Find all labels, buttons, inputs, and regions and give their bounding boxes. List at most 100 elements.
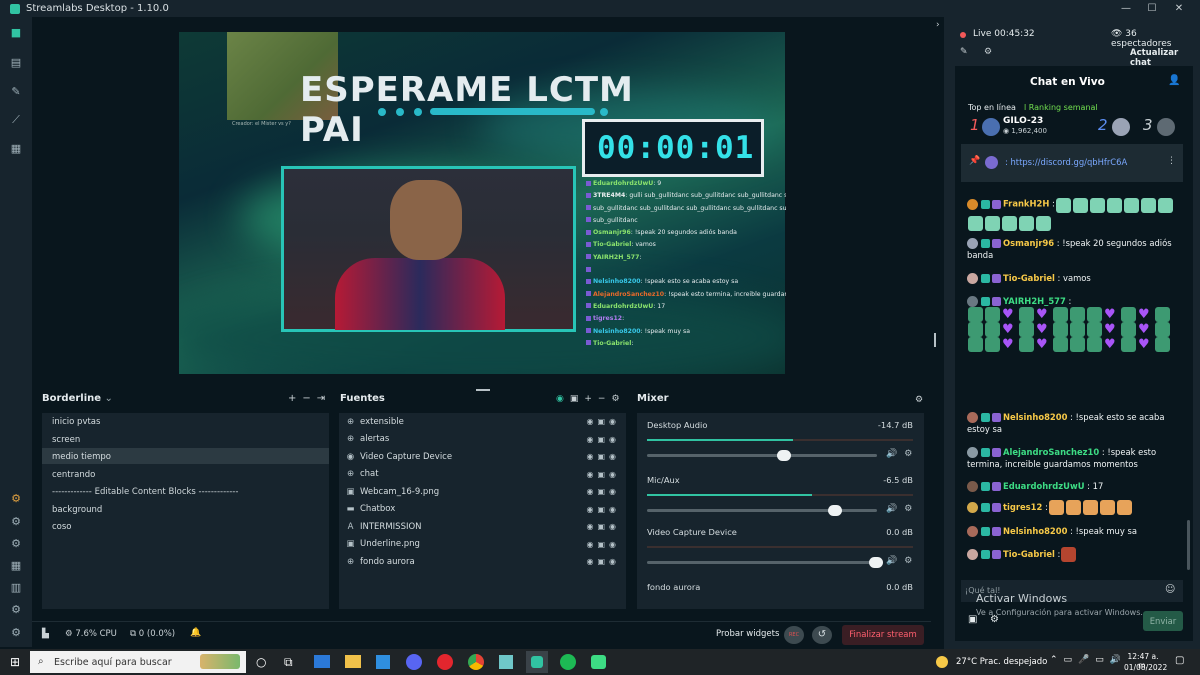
volume-slider[interactable] xyxy=(647,450,877,461)
refresh-chat-button[interactable]: Actualizar chat xyxy=(1130,48,1200,68)
stats-bars-icon[interactable]: ▙ xyxy=(42,629,49,639)
source-row[interactable]: ▣ Webcam_16-9.png ◉▣◉ xyxy=(346,483,626,500)
spotify-icon[interactable] xyxy=(560,654,576,670)
source-row[interactable]: ⊕ alertas ◉▣◉ xyxy=(346,431,626,448)
alert-box-icon[interactable]: ⚙ xyxy=(8,491,24,507)
record-button[interactable]: REC xyxy=(784,626,804,644)
studio-mode-icon[interactable]: ■ xyxy=(8,25,24,41)
android-app-icon[interactable] xyxy=(591,655,606,669)
chat-settings-icon[interactable]: ⚙ xyxy=(984,47,992,57)
send-button[interactable]: Enviar xyxy=(1143,611,1183,631)
source-visibility-icons[interactable]: ◉▣◉ xyxy=(586,522,620,531)
tools-icon[interactable]: ⚙ xyxy=(8,536,24,552)
volume-slider[interactable] xyxy=(647,557,883,568)
source-visibility-icons[interactable]: ◉▣◉ xyxy=(586,435,620,444)
editor-icon[interactable]: ✎ xyxy=(8,84,24,100)
mixer-mute-settings-icons[interactable]: 🔊⚙ xyxy=(886,449,919,459)
scene-item[interactable]: ------------- Editable Content Blocks --… xyxy=(52,487,238,497)
streamlabs-taskbar-icon[interactable] xyxy=(526,651,548,673)
preview-resize-handle[interactable] xyxy=(934,333,936,347)
top-online-label[interactable]: Top en línea xyxy=(968,103,1016,112)
source-visibility-icons[interactable]: ◉▣◉ xyxy=(586,557,620,566)
user-list-icon[interactable]: 👤 xyxy=(1168,75,1180,86)
minimize-button[interactable]: — xyxy=(1113,0,1139,17)
source-controls[interactable]: ◉▣+−⚙ xyxy=(556,394,626,404)
mixer-mute-settings-icons[interactable]: 🔊⚙ xyxy=(886,556,919,566)
widgets-icon[interactable]: ⚙ xyxy=(8,514,24,530)
pinned-link[interactable]: : https://discord.gg/qbHfrC6A xyxy=(1005,157,1127,167)
source-row[interactable]: ▣ Underline.png ◉▣◉ xyxy=(346,536,626,553)
source-visibility-icons[interactable]: ◉▣◉ xyxy=(586,417,620,426)
source-row[interactable]: ⊕ chat ◉▣◉ xyxy=(346,466,626,483)
mixer-settings-icon[interactable]: ⚙ xyxy=(915,395,923,405)
edit-pencil-icon[interactable]: ✎ xyxy=(960,47,968,57)
themes-icon[interactable]: ▤ xyxy=(8,55,24,71)
end-stream-button[interactable]: Finalizar stream xyxy=(842,625,924,645)
layout-icon[interactable]: ▦ xyxy=(8,558,24,574)
system-tray-icons[interactable]: ⌃▭🎤▭🔊 xyxy=(1050,655,1127,665)
chat-mod-icon[interactable]: ▣ xyxy=(968,614,977,625)
apps-icon[interactable]: ⚙ xyxy=(8,602,24,618)
mixer-channel-name: fondo aurora xyxy=(647,582,701,592)
app-icon[interactable] xyxy=(499,655,513,669)
emote-icon[interactable]: ☺ xyxy=(1165,584,1175,595)
weather-text[interactable]: 27°C Prac. despejado xyxy=(956,657,1047,667)
cortana-icon[interactable]: ○ xyxy=(256,655,266,669)
source-row[interactable]: ⊕ extensible ◉▣◉ xyxy=(346,413,626,430)
source-row[interactable]: A INTERMISSION ◉▣◉ xyxy=(346,518,626,535)
weekly-ranking-label[interactable]: l Ranking semanal xyxy=(1024,103,1098,112)
store-icon[interactable] xyxy=(376,655,390,669)
volume-slider-knob[interactable] xyxy=(777,450,791,461)
dance-emote-icon xyxy=(1036,216,1051,231)
sub-badge-icon xyxy=(981,503,990,512)
windows-start-icon[interactable]: ⊞ xyxy=(10,655,20,669)
replay-buffer-icon[interactable]: ↺ xyxy=(812,626,832,644)
source-visibility-icons[interactable]: ◉▣◉ xyxy=(586,540,620,549)
columns-icon[interactable]: ▥ xyxy=(8,580,24,596)
task-view-icon[interactable]: ⧉ xyxy=(284,655,293,670)
clap-emote-icon xyxy=(1087,337,1102,352)
source-row[interactable]: ◉ Video Capture Device ◉▣◉ xyxy=(346,448,626,465)
notifications-bell-icon[interactable]: 🔔 xyxy=(190,628,201,638)
discord-icon[interactable] xyxy=(406,654,422,670)
scene-controls[interactable]: +−⇥ xyxy=(288,393,331,404)
scene-collection-title[interactable]: Borderline ⌄ xyxy=(42,393,113,404)
volume-slider-knob[interactable] xyxy=(827,505,842,516)
source-visibility-icons[interactable]: ◉▣◉ xyxy=(586,470,620,479)
overlay-dot xyxy=(600,108,608,116)
scene-item[interactable]: background xyxy=(52,505,102,515)
scene-item[interactable]: centrando xyxy=(52,470,95,480)
scene-item[interactable]: coso xyxy=(52,522,72,532)
mixer-mute-settings-icons[interactable]: 🔊⚙ xyxy=(886,504,919,514)
taskbar-search[interactable]: ⌕ Escribe aquí para buscar xyxy=(30,651,246,673)
mail-icon[interactable] xyxy=(314,655,330,668)
chrome-icon[interactable] xyxy=(468,654,484,670)
volume-slider[interactable] xyxy=(647,505,877,516)
clips-icon[interactable]: ▦ xyxy=(8,141,24,157)
settings-icon[interactable]: ⚙ xyxy=(8,625,24,641)
source-visibility-icons[interactable]: ◉▣◉ xyxy=(586,487,620,496)
close-button[interactable]: ✕ xyxy=(1166,0,1192,17)
volume-slider-knob[interactable] xyxy=(869,557,883,568)
mixer-channel-db: -14.7 dB xyxy=(877,420,913,430)
scene-item[interactable]: screen xyxy=(52,435,80,445)
chat-settings-gear-icon[interactable]: ⚙ xyxy=(990,614,999,625)
collapse-chevron-icon[interactable]: › xyxy=(936,20,940,30)
source-visibility-icons[interactable]: ◉▣◉ xyxy=(586,452,620,461)
notification-center-icon[interactable]: ▢ xyxy=(1175,655,1184,666)
pinned-menu-icon[interactable]: ⋮ xyxy=(1167,156,1176,166)
maximize-button[interactable]: ☐ xyxy=(1139,0,1165,17)
scene-item[interactable]: inicio pvtas xyxy=(52,417,100,427)
chat-title: Chat en Vivo xyxy=(1030,76,1105,88)
stats-icon[interactable]: ⟋ xyxy=(8,112,24,128)
source-row[interactable]: ⊕ fondo aurora ◉▣◉ xyxy=(346,553,626,570)
scene-item[interactable]: medio tiempo xyxy=(52,452,111,462)
clock-date[interactable]: 01/08/2022 xyxy=(1124,663,1167,672)
opera-icon[interactable] xyxy=(437,654,453,670)
overlay-badge-icon xyxy=(586,205,591,211)
chat-scrollbar[interactable] xyxy=(1187,520,1190,570)
test-widgets-button[interactable]: Probar widgets xyxy=(716,629,779,639)
file-explorer-icon[interactable] xyxy=(345,655,361,668)
source-visibility-icons[interactable]: ◉▣◉ xyxy=(586,505,620,514)
source-row[interactable]: ▬ Chatbox ◉▣◉ xyxy=(346,501,626,518)
